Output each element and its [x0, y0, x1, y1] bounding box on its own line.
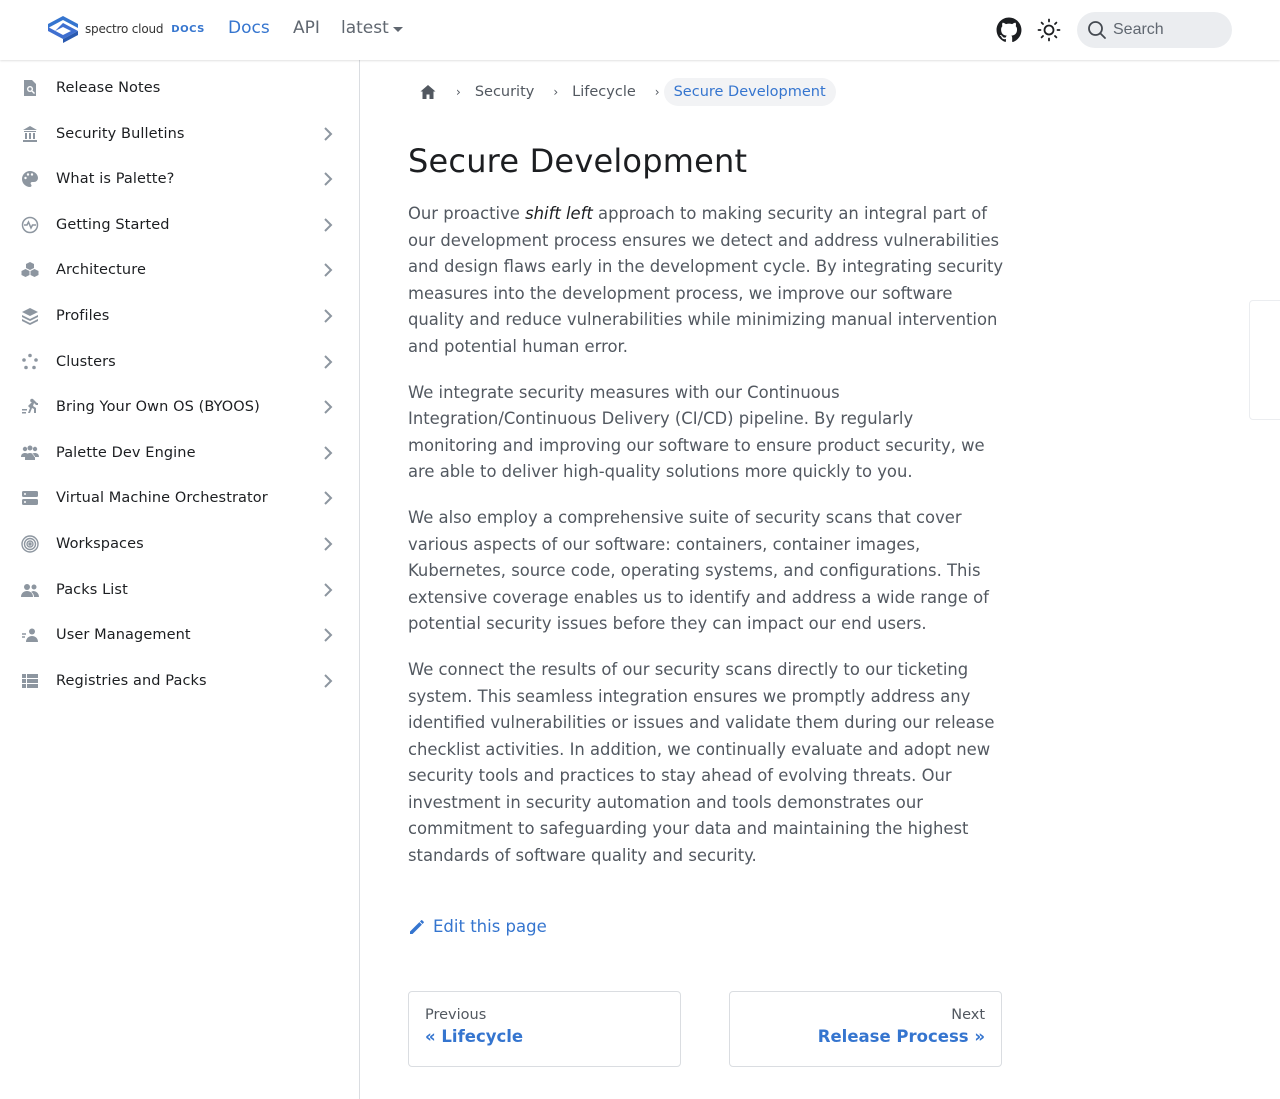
pencil-icon — [410, 919, 424, 934]
edit-page-link[interactable]: Edit this page — [408, 917, 547, 936]
spectro-cloud-logo-icon — [48, 16, 78, 43]
sidebar-item-profiles[interactable]: Profiles — [0, 294, 359, 338]
brand-logo[interactable]: spectro cloud DOCS — [47, 15, 205, 43]
sidebar-item-label: Release Notes — [56, 80, 161, 96]
server-icon — [22, 491, 38, 505]
sidebar-item-packs-list[interactable]: Packs List — [0, 568, 359, 612]
users-icon — [21, 445, 39, 460]
sidebar-item-label: Registries and Packs — [56, 673, 207, 689]
chevron-right-icon[interactable] — [320, 262, 336, 278]
sidebar-item-security-bulletins[interactable]: Security Bulletins — [0, 112, 359, 156]
sidebar-item-virtual-machine-orchestrator[interactable]: Virtual Machine Orchestrator — [0, 476, 359, 520]
breadcrumb-item-security[interactable]: Security — [475, 84, 535, 100]
brand-docs-label: DOCS — [171, 23, 205, 35]
chevron-right-icon[interactable] — [320, 627, 336, 643]
sidebar-item-label: Security Bulletins — [56, 126, 185, 142]
paragraph: We integrate security measures with our … — [408, 382, 985, 482]
sidebar-item-label: Palette Dev Engine — [56, 445, 196, 461]
main-content: › Security › Lifecycle › Secure Developm… — [360, 60, 1280, 1099]
pagination-previous-label: « Lifecycle — [425, 1027, 524, 1046]
cubes-icon — [21, 262, 39, 277]
chevron-right-icon[interactable] — [320, 536, 336, 552]
chevron-right-icon[interactable] — [320, 171, 336, 187]
release-notes-icon — [24, 80, 36, 96]
chevron-down-icon — [392, 26, 403, 32]
github-icon[interactable] — [996, 17, 1022, 43]
sidebar-item-workspaces[interactable]: Workspaces — [0, 522, 359, 566]
version-label: latest — [341, 18, 389, 38]
nav-docs-link[interactable]: Docs — [228, 18, 270, 38]
chevron-right-icon[interactable] — [320, 490, 336, 506]
top-navbar: spectro cloud DOCS Docs API latest — [0, 0, 1280, 60]
sidebar-item-getting-started[interactable]: Getting Started — [0, 203, 359, 247]
chevron-right-icon[interactable] — [320, 582, 336, 598]
breadcrumb-current: Secure Development — [663, 78, 836, 106]
sidebar-item-clusters[interactable]: Clusters — [0, 340, 359, 384]
paragraph: We connect the results of our security s… — [408, 660, 995, 865]
sidebar-item-label: Clusters — [56, 354, 116, 370]
sidebar: Release Notes Security Bulletins What is… — [0, 60, 360, 1099]
search-box[interactable] — [1077, 12, 1232, 48]
list-icon — [22, 674, 38, 688]
version-dropdown[interactable]: latest — [341, 18, 403, 38]
pagination-previous[interactable]: Previous « Lifecycle — [408, 991, 681, 1067]
edit-page-label: Edit this page — [433, 917, 547, 936]
sidebar-item-label: Architecture — [56, 262, 146, 278]
side-panel-tab[interactable] — [1249, 300, 1280, 420]
search-icon — [1088, 21, 1106, 39]
article-body: Our proactive shift left approach to mak… — [408, 201, 1004, 889]
sidebar-item-label: Getting Started — [56, 217, 170, 233]
sidebar-item-label: Packs List — [56, 582, 128, 598]
sidebar-item-architecture[interactable]: Architecture — [0, 248, 359, 292]
target-icon — [21, 535, 39, 553]
sidebar-item-byoos[interactable]: Bring Your Own OS (BYOOS) — [0, 385, 359, 429]
home-icon[interactable] — [419, 83, 437, 101]
user-group-icon — [21, 584, 39, 597]
chevron-right-icon[interactable] — [320, 673, 336, 689]
nav-api-link[interactable]: API — [293, 18, 320, 38]
sidebar-item-palette-dev-engine[interactable]: Palette Dev Engine — [0, 431, 359, 475]
emphasis-text: shift left — [525, 204, 593, 223]
sidebar-item-label: Profiles — [56, 308, 110, 324]
paragraph-text: Our proactive — [408, 204, 526, 223]
chevron-right-icon[interactable] — [320, 354, 336, 370]
sidebar-item-label: Bring Your Own OS (BYOOS) — [56, 399, 260, 415]
brand-name: spectro cloud — [85, 22, 164, 36]
chevron-right-icon[interactable] — [320, 217, 336, 233]
chevron-right-icon[interactable] — [320, 308, 336, 324]
breadcrumb-separator: › — [654, 85, 660, 99]
sidebar-item-label: Virtual Machine Orchestrator — [56, 490, 268, 506]
palette-icon — [22, 171, 38, 187]
paragraph: We also employ a comprehensive suite of … — [408, 508, 989, 633]
pagination-next[interactable]: Next Release Process » — [729, 991, 1002, 1067]
chevron-right-icon[interactable] — [320, 126, 336, 142]
layers-icon — [22, 308, 38, 325]
breadcrumb-separator: › — [553, 85, 559, 99]
search-input[interactable] — [1113, 21, 1223, 39]
sidebar-item-label: Workspaces — [56, 536, 144, 552]
heartbeat-icon — [21, 216, 39, 234]
paragraph: Our proactive shift left approach to mak… — [408, 201, 1004, 360]
sidebar-item-what-is-palette[interactable]: What is Palette? — [0, 157, 359, 201]
breadcrumb-item-lifecycle[interactable]: Lifecycle — [572, 84, 636, 100]
sidebar-item-release-notes[interactable]: Release Notes — [0, 66, 359, 110]
user-management-icon — [22, 628, 38, 642]
pagination-next-label: Release Process » — [817, 1027, 985, 1046]
breadcrumb: › Security › Lifecycle › Secure Developm… — [408, 76, 836, 108]
pagination-previous-sublabel: Previous — [425, 1007, 487, 1023]
paragraph-text: approach to making security an integral … — [408, 204, 1004, 356]
runner-icon — [22, 398, 38, 414]
chevron-right-icon[interactable] — [320, 399, 336, 415]
chevron-right-icon[interactable] — [320, 445, 336, 461]
sidebar-item-registries-and-packs[interactable]: Registries and Packs — [0, 659, 359, 703]
sidebar-item-user-management[interactable]: User Management — [0, 613, 359, 657]
pagination-next-sublabel: Next — [951, 1007, 985, 1023]
sun-icon[interactable] — [1037, 18, 1061, 42]
breadcrumb-separator: › — [456, 85, 461, 99]
bank-icon — [23, 126, 37, 142]
cluster-icon — [22, 353, 38, 370]
sidebar-item-label: User Management — [56, 627, 191, 643]
page-title: Secure Development — [408, 142, 748, 180]
sidebar-item-label: What is Palette? — [56, 171, 175, 187]
